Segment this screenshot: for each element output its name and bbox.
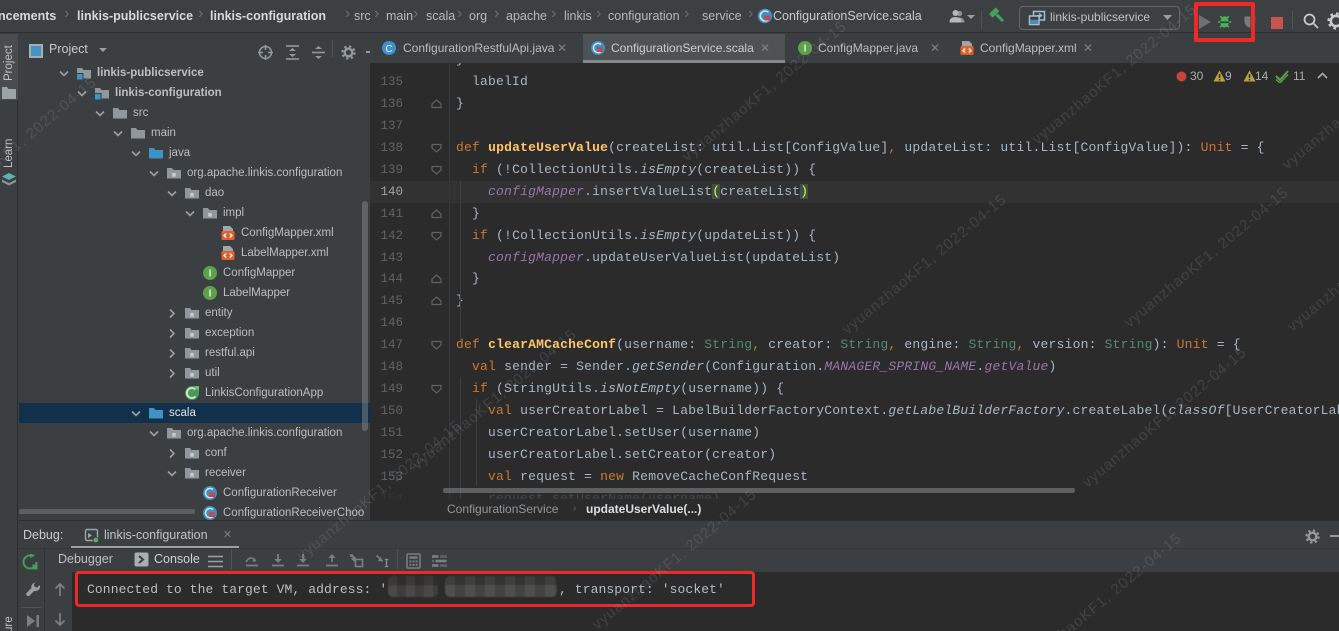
svg-text:C: C xyxy=(385,44,392,55)
